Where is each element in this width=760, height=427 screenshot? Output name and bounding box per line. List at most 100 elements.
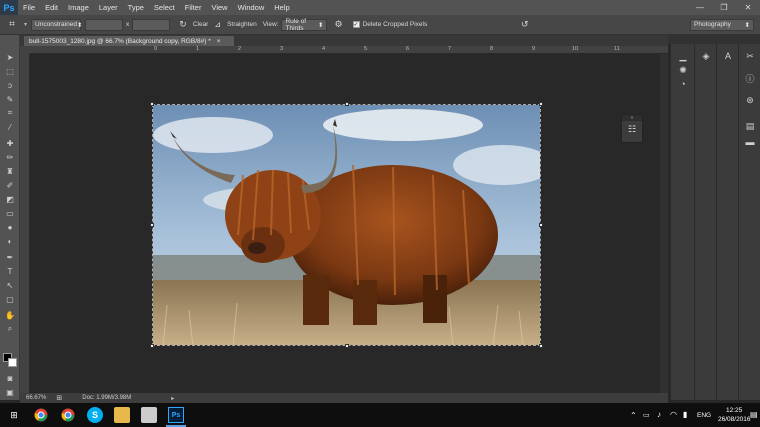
pen-tool-icon[interactable]: ✒: [3, 251, 17, 263]
eraser-tool-icon[interactable]: ◩: [3, 193, 17, 205]
restore-button[interactable]: ❐: [712, 0, 736, 15]
menu-help[interactable]: Help: [269, 3, 294, 12]
close-button[interactable]: ✕: [736, 0, 760, 15]
character-icon[interactable]: A: [720, 50, 736, 62]
file-explorer-icon[interactable]: [114, 407, 130, 423]
hand-tool-icon[interactable]: ✋: [3, 309, 17, 321]
eyedropper-tool-icon[interactable]: ⁄: [3, 121, 17, 133]
menu-filter[interactable]: Filter: [180, 3, 207, 12]
document-image[interactable]: [152, 104, 541, 346]
skype-icon[interactable]: S: [87, 407, 103, 423]
menu-edit[interactable]: Edit: [40, 3, 63, 12]
crop-handle-top-right[interactable]: [539, 102, 543, 106]
crop-tool-icon[interactable]: ⌗: [3, 107, 17, 119]
marquee-tool-icon[interactable]: ⬚: [3, 65, 17, 77]
gear-icon[interactable]: ⚙: [331, 19, 345, 30]
background-color-swatch[interactable]: [8, 358, 17, 367]
delete-cropped-checkbox[interactable]: ✓ Delete Cropped Pixels: [350, 21, 431, 28]
properties-icon[interactable]: ☷: [622, 124, 642, 135]
adjustments-icon[interactable]: ◔: [675, 78, 691, 90]
info-icon[interactable]: ⓘ: [742, 72, 758, 84]
menu-view[interactable]: View: [206, 3, 232, 12]
ruler-corner: [20, 46, 30, 54]
quick-select-tool-icon[interactable]: ✎: [3, 93, 17, 105]
straighten-icon[interactable]: ⊿: [211, 20, 224, 29]
brush-settings-icon[interactable]: ✂: [742, 50, 758, 62]
horizontal-ruler[interactable]: 0 1 2 3 4 5 6 7 8 9 10 11: [30, 46, 668, 54]
crop-handle-right[interactable]: [539, 223, 543, 227]
overlay-select-value: Rule of Thirds: [285, 17, 307, 32]
clone-stamp-tool-icon[interactable]: ♜: [3, 165, 17, 177]
zoom-tool-icon[interactable]: ⌕: [3, 323, 17, 335]
volume-icon[interactable]: ♪: [657, 410, 661, 419]
tray-chevron-icon[interactable]: ⌃: [630, 411, 637, 420]
ruler-label: 3: [280, 46, 284, 52]
menu-window[interactable]: Window: [233, 3, 270, 12]
battery-icon[interactable]: ▮: [683, 410, 687, 419]
overlay-select[interactable]: Rule of Thirds ⬍: [281, 17, 328, 32]
minimize-button[interactable]: —: [688, 0, 712, 15]
crop-tool-preset-icon[interactable]: ⌗: [0, 16, 24, 34]
menu-image[interactable]: Image: [63, 3, 94, 12]
windows-start-icon[interactable]: ⊞: [6, 407, 22, 423]
clock-time[interactable]: 12:25: [726, 407, 742, 414]
panel-column-3: A: [716, 44, 738, 400]
swap-dimensions-button[interactable]: x: [123, 21, 132, 28]
language-indicator[interactable]: ENG: [697, 412, 711, 419]
blur-tool-icon[interactable]: ●: [3, 221, 17, 233]
status-arrow-icon[interactable]: ▸: [171, 395, 174, 402]
history-brush-tool-icon[interactable]: ✐: [3, 179, 17, 191]
menu-type[interactable]: Type: [123, 3, 149, 12]
vertical-ruler[interactable]: [20, 54, 30, 393]
zoom-level[interactable]: 66.67%: [26, 395, 46, 401]
chrome-icon-2[interactable]: [60, 407, 76, 423]
photoshop-taskbar-icon[interactable]: Ps: [168, 407, 184, 423]
notifications-icon[interactable]: ▤: [750, 410, 758, 419]
type-tool-icon[interactable]: T: [3, 265, 17, 277]
crop-handle-bottom-right[interactable]: [539, 344, 543, 348]
gradient-tool-icon[interactable]: ▭: [3, 207, 17, 219]
menu-file[interactable]: File: [18, 3, 40, 12]
panel-collapse-icon[interactable]: «: [622, 115, 642, 121]
crop-handle-left[interactable]: [150, 223, 154, 227]
shape-tool-icon[interactable]: ▢: [3, 293, 17, 305]
clock-date[interactable]: 26/08/2016: [718, 416, 751, 423]
paragraph-icon[interactable]: ▬: [742, 136, 758, 148]
crop-handle-bottom-left[interactable]: [150, 344, 154, 348]
menu-select[interactable]: Select: [149, 3, 180, 12]
screen-mode-icon[interactable]: ▣: [3, 386, 17, 398]
brush-tool-icon[interactable]: ✏: [3, 151, 17, 163]
quick-mask-icon[interactable]: ◙: [3, 372, 17, 384]
lasso-tool-icon[interactable]: ↄ: [3, 79, 17, 91]
document-tab[interactable]: bull-1575003_1280.jpg @ 66.7% (Backgroun…: [24, 36, 234, 46]
dodge-tool-icon[interactable]: ◐: [3, 235, 17, 247]
app-window-icon[interactable]: [141, 407, 157, 423]
crop-handle-bottom[interactable]: [345, 344, 349, 348]
chrome-icon[interactable]: [33, 407, 49, 423]
straighten-label[interactable]: Straighten: [224, 21, 260, 28]
histogram-icon[interactable]: ▁: [675, 50, 691, 62]
clear-button[interactable]: Clear: [190, 21, 212, 28]
path-selection-tool-icon[interactable]: ↖: [3, 279, 17, 291]
reset-icon[interactable]: ↺: [518, 19, 532, 30]
width-input[interactable]: [85, 18, 124, 31]
preset-chevron-icon[interactable]: ▾: [24, 21, 27, 28]
vertical-scrollbar[interactable]: [660, 54, 668, 393]
rotate-icon[interactable]: ↻: [176, 19, 190, 30]
height-input[interactable]: [132, 18, 171, 31]
menu-layer[interactable]: Layer: [94, 3, 123, 12]
clone-source-icon[interactable]: ▤: [742, 120, 758, 132]
wifi-icon[interactable]: ◠: [670, 410, 677, 419]
navigator-icon[interactable]: ✺: [675, 64, 691, 76]
channels-icon[interactable]: ⊛: [742, 94, 758, 106]
crop-handle-top[interactable]: [345, 102, 349, 106]
move-tool-icon[interactable]: ➤: [3, 51, 17, 63]
crop-handle-top-left[interactable]: [150, 102, 154, 106]
tab-close-icon[interactable]: ×: [217, 38, 221, 45]
network-icon[interactable]: ▭: [643, 411, 650, 419]
healing-brush-tool-icon[interactable]: ✚: [3, 137, 17, 149]
layers-icon[interactable]: ◈: [698, 50, 714, 62]
ratio-select[interactable]: Unconstrained ⬍: [31, 18, 82, 31]
status-menu-icon[interactable]: ⊞: [56, 394, 62, 402]
workspace-select[interactable]: Photography ⬍: [690, 18, 754, 31]
